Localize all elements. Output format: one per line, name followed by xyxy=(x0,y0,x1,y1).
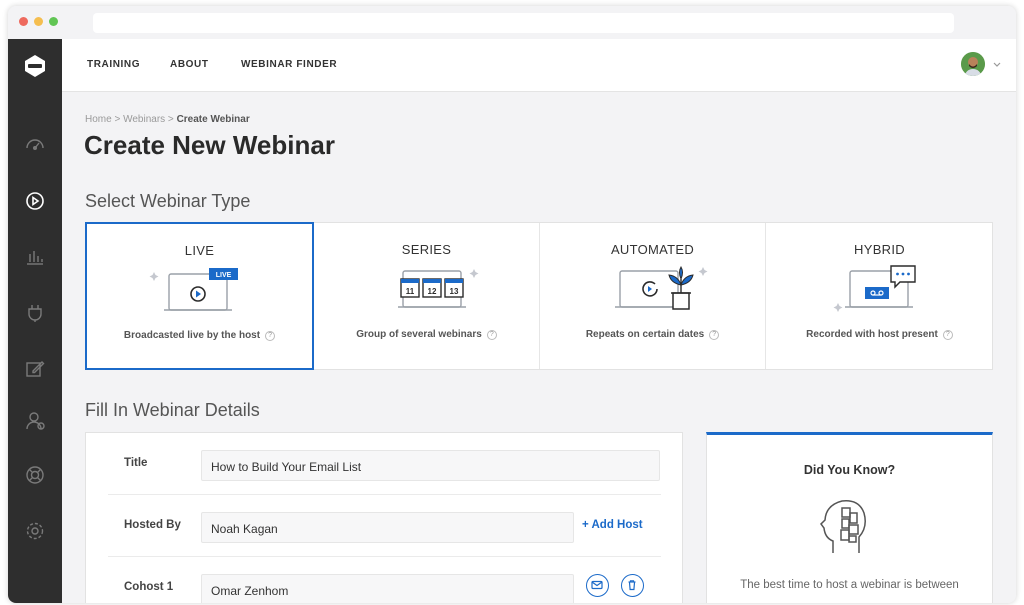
did-you-know-panel: Did You Know? The best time to host a we… xyxy=(706,432,993,603)
breadcrumb-separator: > xyxy=(165,114,177,125)
webinar-type-selector: LIVE LIVE Broadcasted live by the host? … xyxy=(85,222,993,370)
title-row: Title How to Build Your Email List xyxy=(108,433,661,495)
title-bar xyxy=(8,6,1016,39)
support-icon[interactable] xyxy=(23,463,47,487)
cohost-input[interactable]: Omar Zenhom xyxy=(201,574,574,603)
type-description: Repeats on certain dates? xyxy=(540,329,765,340)
avatar[interactable] xyxy=(961,52,985,76)
type-name: AUTOMATED xyxy=(610,242,695,257)
nav-training[interactable]: TRAINING xyxy=(87,59,140,70)
type-card-series[interactable]: SERIES 11 12 13 Group of several webinar… xyxy=(314,223,540,369)
top-navigation: TRAINING ABOUT WEBINAR FINDER xyxy=(62,39,1016,92)
live-broadcast-icon: LIVE xyxy=(149,268,238,311)
nav-webinar-finder[interactable]: WEBINAR FINDER xyxy=(241,59,337,70)
title-input[interactable]: How to Build Your Email List xyxy=(201,450,660,481)
help-icon[interactable]: ? xyxy=(942,330,953,340)
type-description-text: Recorded with host present xyxy=(806,329,938,340)
analytics-icon[interactable] xyxy=(23,245,47,269)
type-card-automated[interactable]: AUTOMATED Repeats on certain dates? xyxy=(540,223,766,369)
breadcrumb-home[interactable]: Home xyxy=(85,114,112,125)
dashboard-icon[interactable] xyxy=(23,132,47,156)
calendar-date-13: 13 xyxy=(450,287,459,296)
automated-plant-icon xyxy=(615,266,708,310)
breadcrumb-webinars[interactable]: Webinars xyxy=(123,114,165,125)
envelope-icon xyxy=(591,580,603,590)
breadcrumb: Home > Webinars > Create Webinar xyxy=(85,114,250,125)
avatar-face-icon xyxy=(961,52,985,76)
type-description-text: Group of several webinars xyxy=(356,329,482,340)
breadcrumb-current: Create Webinar xyxy=(176,114,250,125)
type-card-live[interactable]: LIVE LIVE Broadcasted live by the host? xyxy=(85,222,314,370)
nav-about[interactable]: ABOUT xyxy=(170,59,209,70)
select-type-heading: Select Webinar Type xyxy=(85,191,251,211)
add-host-button[interactable]: + Add Host xyxy=(582,519,643,531)
users-icon[interactable] xyxy=(23,409,47,433)
sidebar xyxy=(8,39,62,603)
minimize-window-button[interactable] xyxy=(34,17,43,26)
title-label: Title xyxy=(124,457,148,469)
browser-window: TRAINING ABOUT WEBINAR FINDER Home > Web… xyxy=(8,6,1016,603)
type-description: Recorded with host present? xyxy=(766,329,993,340)
head-brain-icon xyxy=(820,500,866,553)
maximize-window-button[interactable] xyxy=(49,17,58,26)
help-icon[interactable]: ? xyxy=(486,330,497,340)
type-card-hybrid[interactable]: HYBRID Recorded with host present? xyxy=(766,223,993,369)
type-name: SERIES xyxy=(401,242,452,257)
logo-icon[interactable] xyxy=(22,53,48,79)
edit-icon[interactable] xyxy=(23,357,47,381)
type-description: Broadcasted live by the host? xyxy=(87,330,312,341)
breadcrumb-separator: > xyxy=(111,114,124,125)
cohost-label: Cohost 1 xyxy=(124,581,174,593)
help-icon[interactable]: ? xyxy=(265,331,276,341)
delete-cohost-button[interactable] xyxy=(621,574,644,597)
live-badge-text: LIVE xyxy=(216,272,232,279)
close-window-button[interactable] xyxy=(19,17,28,26)
trash-icon xyxy=(628,580,636,591)
hosted-by-label: Hosted By xyxy=(124,519,181,531)
type-name: HYBRID xyxy=(854,242,905,257)
type-description-text: Broadcasted live by the host xyxy=(123,330,261,341)
calendar-date-12: 12 xyxy=(428,287,437,296)
hosted-by-row: Hosted By Noah Kagan + Add Host xyxy=(108,495,661,557)
tip-title: Did You Know? xyxy=(803,463,896,477)
type-name: LIVE xyxy=(184,243,215,258)
chevron-down-icon[interactable] xyxy=(992,59,1002,69)
address-bar[interactable] xyxy=(93,13,954,33)
calendar-series-icon: 11 12 13 xyxy=(398,269,479,308)
main-content: Home > Webinars > Create Webinar Create … xyxy=(62,92,1016,603)
help-icon[interactable]: ? xyxy=(709,330,720,340)
plugin-icon[interactable] xyxy=(23,301,47,325)
page-title: Create New Webinar xyxy=(84,130,335,160)
settings-icon[interactable] xyxy=(23,519,47,543)
cohost-row: Cohost 1 Omar Zenhom xyxy=(108,557,661,603)
email-cohost-button[interactable] xyxy=(586,574,609,597)
details-heading: Fill In Webinar Details xyxy=(85,400,260,420)
webinar-details-form: Title How to Build Your Email List Hoste… xyxy=(85,432,683,603)
hybrid-recording-icon xyxy=(833,265,916,312)
calendar-date-11: 11 xyxy=(406,287,415,296)
type-description-text: Repeats on certain dates xyxy=(585,329,705,340)
type-description: Group of several webinars? xyxy=(314,329,539,340)
play-icon[interactable] xyxy=(23,189,47,213)
hosted-by-input[interactable]: Noah Kagan xyxy=(201,512,574,543)
tip-text: The best time to host a webinar is betwe… xyxy=(740,579,959,591)
